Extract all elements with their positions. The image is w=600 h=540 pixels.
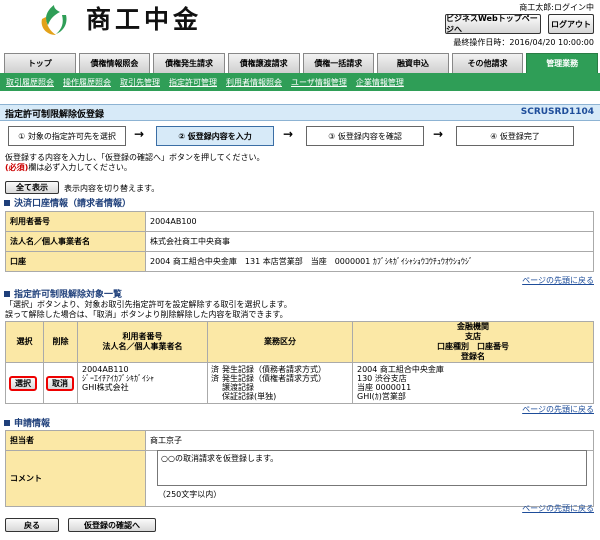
business-type-item: 済発生記録（債権者請求方式） <box>211 374 349 383</box>
col-bank-line4: 登録名 <box>461 352 485 361</box>
subnav-operation-history[interactable]: 操作履歴照会 <box>63 77 111 88</box>
col-bank: 金融機関 支店 口座種別 口座番号 登録名 <box>352 321 594 363</box>
person-value: 商工京子 <box>145 430 594 451</box>
tab-top[interactable]: トップ <box>4 53 76 73</box>
page-title: 指定許可制限解除仮登録 <box>5 110 105 120</box>
account-label: 口座 <box>5 251 146 272</box>
business-web-top-button[interactable]: ビジネスWebトップページへ <box>445 14 541 34</box>
target-note-2: 誤って解除した場合は、「取消」ボタンより削除解除した内容を取消できます。 <box>5 310 288 319</box>
col-bank-line3: 口座種別 口座番号 <box>437 342 509 351</box>
row-bank: 2004 商工組合中央金庫 <box>357 365 444 374</box>
back-to-top-link[interactable]: ページの先頭に戻る <box>522 275 594 286</box>
user-number-label: 利用者番号 <box>5 211 146 232</box>
tab-claim-transfer[interactable]: 債権譲渡請求 <box>227 53 300 73</box>
step-4: ④ 仮登録完了 <box>456 126 574 146</box>
subnav-transaction-history[interactable]: 取引履歴照会 <box>6 77 54 88</box>
logout-button[interactable]: ログアウト <box>548 14 594 34</box>
table-header-row: 選択 削除 利用者番号 法人名／個人事業者名 業務区分 金融機関 支店 口座種別 口座… <box>5 321 594 363</box>
settlement-table: 利用者番号 2004AB100 法人名／個人事業者名 株式会社商工中央商事 口座 20… <box>5 211 594 272</box>
subnav-partner-management[interactable]: 取引先管理 <box>120 77 160 88</box>
tab-claim-inquiry[interactable]: 債権情報照会 <box>78 53 151 73</box>
tab-financing[interactable]: 融資申込 <box>377 53 449 73</box>
step-arrow-icon: → <box>433 127 444 141</box>
back-to-top-link[interactable]: ページの先頭に戻る <box>522 503 594 514</box>
bank-cell: 2004 商工組合中央金庫 130 渋谷支店 当座 0000011 GHI(ｶ)… <box>352 362 594 404</box>
tab-management[interactable]: 管理業務 <box>526 53 598 73</box>
person-label: 担当者 <box>5 430 146 451</box>
row-company-kana: ｼﾞｰｴｲﾁｱｲｶﾌﾞｼｷｶﾞｲｼｬ <box>82 374 154 383</box>
user-cell: 2004AB110 ｼﾞｰｴｲﾁｱｲｶﾌﾞｼｷｶﾞｲｼｬ GHI株式会社 <box>77 362 208 404</box>
logo-mark-icon <box>41 5 67 35</box>
business-type-cell: 済発生記録（債務者請求方式） 済発生記録（債権者請求方式） 譲渡記録 保証記録(… <box>207 362 353 404</box>
subnav-permission-management[interactable]: 指定許可管理 <box>169 77 217 88</box>
row-branch: 130 渋谷支店 <box>357 374 407 383</box>
application-heading: 申請情報 <box>4 416 50 429</box>
table-row: 担当者 商工京子 <box>5 430 594 451</box>
cancel-cell: 取消 <box>43 362 78 404</box>
step-3: ③ 仮登録内容を確認 <box>306 126 424 146</box>
col-user-line2: 法人名／個人事業者名 <box>102 342 183 351</box>
subnav-company-management[interactable]: 企業情報管理 <box>356 77 404 88</box>
logo-text: 商工中金 <box>86 5 203 34</box>
col-delete: 削除 <box>43 321 78 363</box>
business-type-text: 譲渡記録 <box>222 383 254 392</box>
comment-textarea[interactable]: ○○の取消請求を仮登録します。 <box>157 450 587 486</box>
row-account: 当座 0000011 <box>357 383 412 392</box>
table-row: 口座 2004 商工組合中央金庫 131 本店営業部 当座 0000001 ｶﾌﾞ… <box>5 251 594 272</box>
back-button[interactable]: 戻る <box>5 518 59 532</box>
company-name-label: 法人名／個人事業者名 <box>5 231 146 252</box>
col-bank-line2: 支店 <box>465 332 481 341</box>
toggle-note: 表示内容を切り替えます。 <box>64 184 160 193</box>
required-note: (必須)欄は必ず入力してください。 <box>5 162 132 173</box>
step-arrow-icon: → <box>134 127 145 141</box>
col-user: 利用者番号 法人名／個人事業者名 <box>77 321 208 363</box>
row-registered-name: GHI(ｶ)営業部 <box>357 392 406 401</box>
col-select: 選択 <box>5 321 44 363</box>
back-to-top-link[interactable]: ページの先頭に戻る <box>522 404 594 415</box>
step-arrow-icon: → <box>283 127 294 141</box>
row-company-name: GHI株式会社 <box>82 383 129 392</box>
tab-other-requests[interactable]: その他請求 <box>451 53 524 73</box>
business-type-item: 保証記録(単独) <box>211 392 349 401</box>
col-bank-line1: 金融機関 <box>457 322 489 331</box>
subnav-user-management[interactable]: ユーザ情報管理 <box>291 77 347 88</box>
confirm-provisional-button[interactable]: 仮登録の確認へ <box>68 518 156 532</box>
tab-bulk-request[interactable]: 債権一括請求 <box>302 53 375 73</box>
status-mark: 済 <box>211 374 219 383</box>
subnav-user-info[interactable]: 利用者情報照会 <box>226 77 282 88</box>
comment-limit: （250文字以内） <box>158 490 222 499</box>
row-user-number: 2004AB110 <box>82 365 129 374</box>
table-row: 法人名／個人事業者名 株式会社商工中央商事 <box>5 231 594 252</box>
company-name-value: 株式会社商工中央商事 <box>145 231 594 252</box>
business-type-text: 発生記録（債務者請求方式） <box>222 365 326 374</box>
col-user-line1: 利用者番号 <box>122 332 163 341</box>
status-mark: 済 <box>211 365 219 374</box>
show-all-button[interactable]: 全て表示 <box>5 181 59 194</box>
tab-claim-issue[interactable]: 債権発生請求 <box>153 53 225 73</box>
business-type-text: 保証記録(単独) <box>222 392 277 401</box>
required-label: (必須) <box>5 163 29 172</box>
required-note-text: 欄は必ず入力してください。 <box>28 163 132 172</box>
step-1: ① 対象の指定許可先を選択 <box>8 126 126 146</box>
table-row: 選択 取消 2004AB110 ｼﾞｰｴｲﾁｱｲｶﾌﾞｼｷｶﾞｲｼｬ GHI株式… <box>5 362 594 404</box>
step-2-current: ② 仮登録内容を入力 <box>156 126 274 146</box>
settlement-heading: 決済口座情報（請求者情報） <box>4 196 131 209</box>
table-row: 利用者番号 2004AB100 <box>5 211 594 232</box>
target-table: 選択 削除 利用者番号 法人名／個人事業者名 業務区分 金融機関 支店 口座種別 口座… <box>5 321 594 404</box>
sub-navigation: 取引履歴照会 操作履歴照会 取引先管理 指定許可管理 利用者情報照会 ユーザ情報… <box>6 77 404 88</box>
last-operation-time: 最終操作日時：2016/04/20 10:00:00 <box>453 38 594 47</box>
user-number-value: 2004AB100 <box>145 211 594 232</box>
main-tabs: トップ 債権情報照会 債権発生請求 債権譲渡請求 債権一括請求 融資申込 その他… <box>4 53 598 73</box>
select-cell: 選択 <box>5 362 44 404</box>
screen-id: SCRUSRD1104 <box>520 107 594 117</box>
account-value: 2004 商工組合中央金庫 131 本店営業部 当座 0000001 ｶﾌﾞｼｷ… <box>145 251 594 272</box>
comment-label: コメント <box>5 450 146 507</box>
col-business-type: 業務区分 <box>207 321 353 363</box>
business-type-item: 譲渡記録 <box>211 383 349 392</box>
business-type-text: 発生記録（債権者請求方式） <box>222 374 326 383</box>
cancel-button[interactable]: 取消 <box>46 375 74 391</box>
user-status: 商工太郎:ログイン中 <box>519 3 594 12</box>
business-type-item: 済発生記録（債務者請求方式） <box>211 365 349 374</box>
select-button[interactable]: 選択 <box>9 375 37 391</box>
